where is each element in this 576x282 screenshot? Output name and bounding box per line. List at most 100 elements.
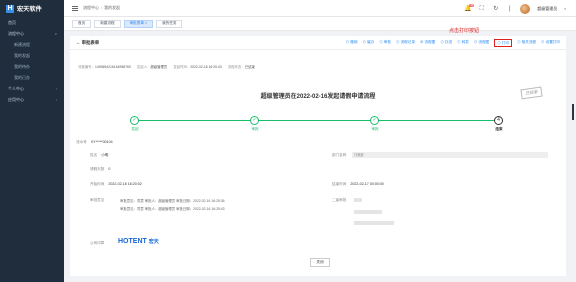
leave-days-field: 请假天数 0 [90,167,110,172]
sidebar-item-process-center[interactable]: 流程中心 ∨ [0,28,64,39]
sidebar-item-my-todo[interactable]: 我的待办 [0,61,64,72]
field-label: 公司印章 [90,241,105,245]
notification-badge: 10 [469,3,475,7]
tab-new-process[interactable]: 新建流程 [94,19,121,28]
sidebar-item-my-done[interactable]: 我的已办 [0,72,64,83]
breadcrumb-separator: / [101,5,103,10]
urge-button[interactable]: ⊙ 催办 [362,40,374,47]
meta-key: 流程编号： [78,65,95,69]
bell-icon[interactable]: 🔔 10 [464,3,475,13]
field-label: 开始时间 [90,182,105,186]
company-seal-field: 公司印章 [90,241,104,246]
chevron-down-icon[interactable]: ▾ [564,7,566,11]
field-label: 请假天数 [90,167,105,171]
step-label: 审批 [371,127,379,131]
check-icon: ✓ [370,116,379,125]
fullscreen-icon[interactable]: ⛶ [478,6,485,13]
sidebar-item-home[interactable]: 首页 [0,17,64,28]
second-approval-field: 二级审批 [332,198,346,203]
sidebar: H 宏天软件 首页 流程中心 ∨ 新建流程 我的发起 我的待办 我的已办 个人中心… [0,0,64,282]
meta-key: 流程状态： [227,65,245,69]
tab-approval-form[interactable]: 审批表单 × [123,19,154,28]
sidebar-item-app-center[interactable]: 应用中心 › [0,94,64,105]
tab-my-tasks[interactable]: 我的任务 [156,19,183,28]
dept-field: 部门名称 [332,153,346,158]
approval-record: 审批意见：同意 审批人：超级管理员 审批日期：2022-02-16 16:25:… [120,207,225,211]
refresh-icon[interactable]: ↻ [492,6,499,13]
check-icon: ✓ [130,116,139,125]
logo-mark: H [6,4,14,13]
approval-form-panel: ← 审批表单 ⊙ 撤销 ⊙ 催办 ⊙ 审批 ⊙ 流程记录 ⊕ 流程图 ⊙ 抄送 … [70,36,566,276]
meta-item: 流程状态：已结束 [228,64,255,69]
related-process-button[interactable]: ⊙ 相关流程 [517,40,536,47]
sidebar-item-label: 我的待办 [14,63,30,69]
breadcrumb-item[interactable]: 流程中心 [83,5,99,11]
field-label: 结束时间 [332,182,347,186]
print-settings-button[interactable]: ⊙ 设置打印 [541,40,560,47]
user-name[interactable]: 超级管理员 [537,6,557,12]
revoke-button[interactable]: ⊙ 撤销 [346,40,358,47]
logo-text-cn: 宏天 [148,239,159,245]
scrollbar-thumb[interactable] [572,104,574,120]
close-button[interactable]: 关闭 [310,258,330,267]
meta-value: 超级管理员 [150,65,168,69]
sidebar-item-personal-center[interactable]: 个人中心 › [0,83,64,94]
header-tools: 🔔 10 ⛶ ↻ | 超级管理员 ▾ [464,3,566,14]
redacted-text [354,221,394,225]
step-number-icon: 4 [494,116,503,125]
sidebar-item-my-started[interactable]: 我的发起 [0,50,64,61]
process-meta: 流程编号：1493694216164958760 发起人：超级管理员 发起时间：… [78,64,255,69]
sidebar-item-new-process[interactable]: 新建流程 [0,39,64,50]
flow-record-button[interactable]: ⊙ 流程记录 [396,40,415,47]
progress-line [134,120,498,121]
approve-button[interactable]: ⊙ 审批 [379,40,391,47]
step-label: 发起 [131,127,139,131]
flow-chart-button[interactable]: ⊕ 流程图 [420,40,435,47]
sidebar-item-label: 我的已办 [14,74,30,80]
field-value: 2022-02-16 16:20:02 [108,182,142,186]
serial-number-field: 流水号 XY*****00104 [76,140,113,145]
back-button[interactable]: ← 审批表单 [76,40,99,46]
dept-input: 行政部 [352,152,548,158]
breadcrumb-item[interactable]: 我的发起 [104,5,120,11]
meta-item: 流程编号：1493694216164958760 [78,64,131,69]
tab-home[interactable]: 首页 [72,19,92,28]
start-time-field: 开始时间 2022-02-16 16:20:02 [90,182,142,187]
meta-value: 2022-02-16 16:20:43 [190,65,222,69]
forward-button[interactable]: ⊙ 转发 [457,40,469,47]
opinion-field: 审批意见 [90,198,104,203]
approval-record: 审批意见：同意 审批人：超级管理员 审批日期：2022-02-16 16:25:… [120,199,225,203]
field-value: 2022-02-17 00:00:00 [350,182,384,186]
redacted-text [354,210,382,214]
menu-toggle-icon[interactable] [72,5,78,11]
logo-text: 宏天软件 [17,6,42,13]
sidebar-item-label: 个人中心 [8,85,24,91]
meta-item: 发起人：超级管理员 [137,64,168,69]
field-label: 流水号 [76,140,87,144]
sidebar-item-label: 新建流程 [14,41,30,47]
meta-key: 发起时间： [173,65,191,69]
meta-value: 已结束 [244,65,255,69]
cc-button[interactable]: ⊙ 抄送 [440,40,452,47]
logo[interactable]: H 宏天软件 [0,0,64,17]
step-label: 审批 [251,127,259,131]
redacted-text [354,198,362,202]
print-button[interactable]: ⊙ 打印 [494,39,513,47]
form-title: 超级管理员在2022-02-16发起请假申请流程 [260,94,376,100]
field-value: 0 [108,167,111,171]
print-hint: 点击打印按钮 [449,28,480,34]
avatar[interactable] [520,4,531,14]
sidebar-item-label: 应用中心 [8,96,24,102]
chevron-right-icon: › [55,97,57,102]
flow-diagram-button[interactable]: ⊙ 流程图 [474,40,489,47]
divider-icon: | [508,5,511,12]
end-time-field: 结束时间 2022-02-17 00:00:00 [332,182,384,187]
tag-bar: 首页 新建流程 审批表单 × 我的任务 [64,17,576,31]
sidebar-item-label: 首页 [8,19,16,25]
field-value: XY*****00104 [90,140,113,144]
chevron-down-icon: ∨ [54,31,57,36]
logo-text-en: HOTENT [118,238,147,245]
field-value: 小明 [101,153,109,157]
top-bar: 流程中心 / 我的发起 🔔 10 ⛶ ↻ | 超级管理员 ▾ [64,0,576,17]
field-label: 部门名称 [332,153,347,157]
